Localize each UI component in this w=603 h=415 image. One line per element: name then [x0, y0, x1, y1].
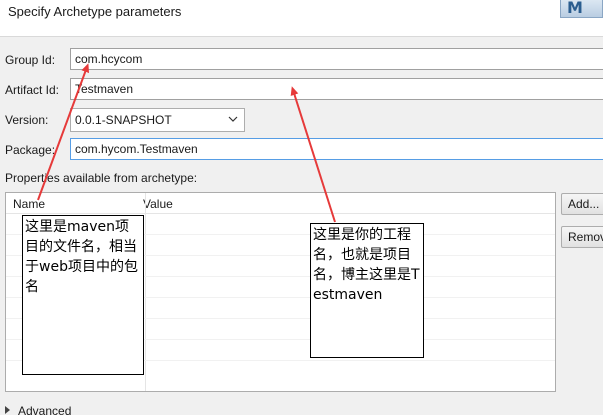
version-select[interactable]: 0.0.1-SNAPSHOT [70, 108, 245, 132]
artifact-id-field[interactable]: Testmaven [70, 78, 603, 100]
chevron-down-icon [228, 116, 238, 122]
annotation-note-right: 这里是你的工程名，也就是项目名，博主这里是Testmaven [310, 223, 424, 358]
dialog-header: Specify Archetype parameters M [0, 0, 603, 36]
artifact-id-label: Artifact Id: [5, 83, 60, 97]
group-id-field[interactable]: com.hcycom [70, 48, 603, 70]
maven-logo-icon: M [560, 0, 603, 18]
properties-label: Properties available from archetype: [5, 171, 198, 185]
group-id-label: Group Id: [5, 53, 56, 67]
expand-arrow-icon [5, 406, 10, 414]
advanced-section-toggle[interactable]: Advanced [5, 404, 71, 415]
column-divider [145, 193, 146, 391]
column-header-name[interactable]: Name [13, 197, 45, 211]
header-row-divider [6, 213, 555, 214]
dialog-title: Specify Archetype parameters [8, 4, 182, 19]
package-field[interactable]: com.hycom.Testmaven [70, 138, 603, 160]
column-header-value[interactable]: Value [143, 197, 173, 211]
package-label: Package: [5, 143, 56, 157]
remove-property-button[interactable]: Remove [561, 226, 603, 248]
annotation-note-left: 这里是maven项目的文件名，相当于web项目中的包名 [22, 215, 144, 375]
add-property-button[interactable]: Add... [561, 193, 603, 215]
version-select-value: 0.0.1-SNAPSHOT [75, 113, 172, 127]
advanced-label: Advanced [18, 404, 72, 415]
version-label: Version: [5, 113, 49, 127]
